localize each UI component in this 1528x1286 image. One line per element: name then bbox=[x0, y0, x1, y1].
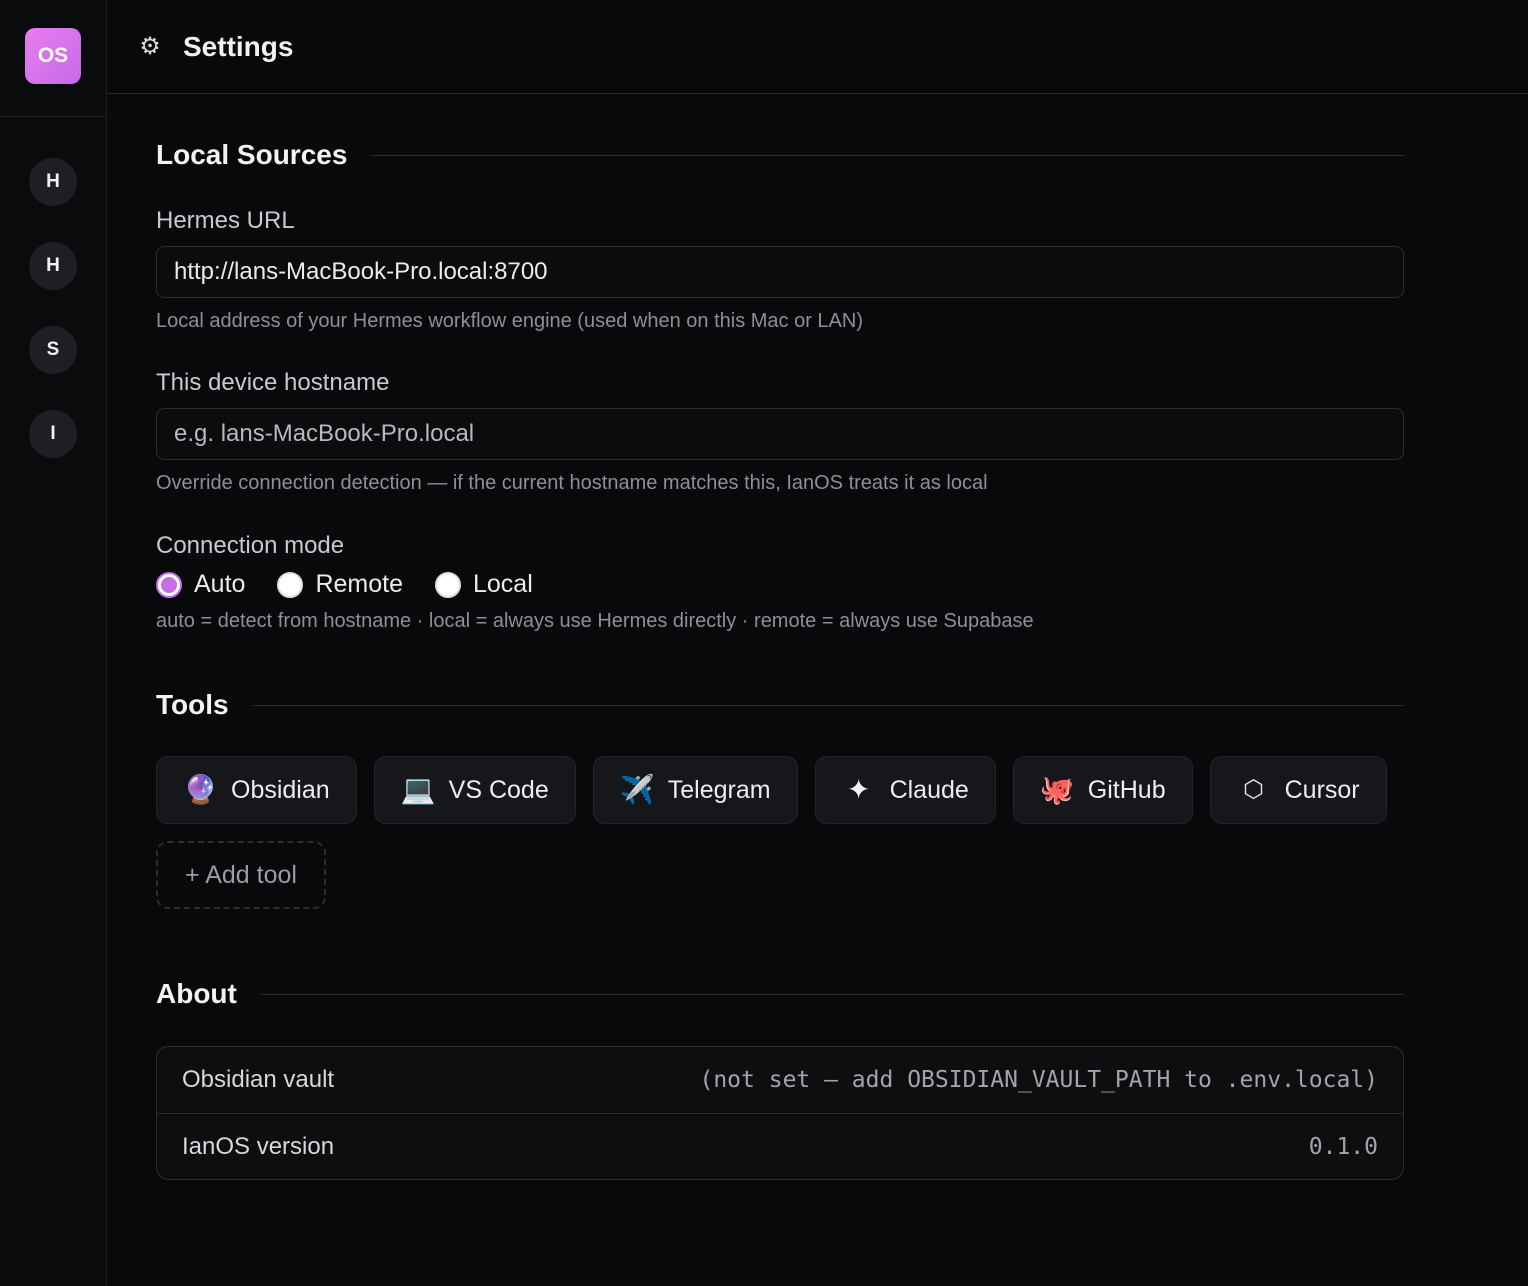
tool-label: Cursor bbox=[1284, 775, 1360, 804]
sparkle-icon: ✦ bbox=[846, 774, 871, 805]
connection-mode-hint: auto = detect from hostname · local = al… bbox=[156, 610, 1034, 632]
tool-vs-code[interactable]: 💻 VS Code bbox=[373, 756, 576, 824]
page-header: ⚙ Settings bbox=[107, 0, 1528, 94]
tool-label: Obsidian bbox=[231, 775, 330, 804]
radio-remote[interactable]: Remote bbox=[277, 570, 403, 599]
hermes-url-label: Hermes URL bbox=[156, 207, 295, 234]
radio-indicator[interactable] bbox=[277, 571, 304, 598]
about-table: Obsidian vault (not set — add OBSIDIAN_V… bbox=[156, 1046, 1404, 1180]
radio-selected-indicator[interactable] bbox=[156, 571, 182, 598]
radio-indicator[interactable] bbox=[434, 571, 461, 598]
tool-cursor[interactable]: ⬡ Cursor bbox=[1209, 756, 1387, 824]
section-about: About bbox=[156, 978, 1404, 1010]
gear-icon: ⚙ bbox=[139, 33, 161, 60]
radio-label: Local bbox=[472, 570, 533, 598]
laptop-icon: 💻 bbox=[400, 774, 436, 805]
add-tool-button[interactable]: + Add tool bbox=[156, 841, 326, 909]
sidebar: OS H H S I bbox=[0, 0, 107, 1286]
about-row-version: IanOS version 0.1.0 bbox=[157, 1113, 1403, 1179]
section-tools: Tools bbox=[156, 689, 1404, 721]
app: OS H H S I ⚙ Settings Local Sources Herm… bbox=[0, 0, 1528, 1286]
about-key: IanOS version bbox=[182, 1132, 335, 1160]
section-heading: About bbox=[156, 978, 237, 1009]
section-divider bbox=[252, 704, 1404, 706]
about-value: 0.1.0 bbox=[1308, 1133, 1378, 1160]
connection-mode-radio-group: Auto Remote Local bbox=[156, 570, 1404, 599]
tool-telegram[interactable]: ✈️ Telegram bbox=[592, 756, 798, 824]
hostname-input[interactable] bbox=[156, 408, 1404, 460]
about-row-obsidian-vault: Obsidian vault (not set — add OBSIDIAN_V… bbox=[157, 1047, 1403, 1113]
radio-label: Remote bbox=[315, 570, 403, 598]
hostname-label: This device hostname bbox=[156, 369, 390, 396]
tool-obsidian[interactable]: 🔮 Obsidian bbox=[156, 756, 357, 824]
sidebar-item-s[interactable]: S bbox=[29, 326, 77, 374]
logo-area: OS bbox=[0, 0, 106, 117]
section-divider bbox=[371, 154, 1404, 156]
tool-label: VS Code bbox=[448, 775, 549, 804]
about-key: Obsidian vault bbox=[182, 1066, 335, 1093]
sidebar-item-h-1[interactable]: H bbox=[29, 158, 77, 206]
tool-claude[interactable]: ✦ Claude bbox=[814, 756, 996, 824]
tool-label: GitHub bbox=[1087, 775, 1166, 804]
tools-list: 🔮 Obsidian 💻 VS Code ✈️ Telegram ✦ Claud… bbox=[156, 756, 1406, 909]
radio-auto[interactable]: Auto bbox=[156, 570, 245, 599]
crystal-ball-icon: 🔮 bbox=[183, 774, 218, 805]
radio-label: Auto bbox=[194, 570, 246, 598]
sidebar-nav: H H S I bbox=[29, 158, 77, 458]
settings-content: Local Sources Hermes URL Local address o… bbox=[107, 139, 1404, 1180]
sidebar-item-h-2[interactable]: H bbox=[29, 242, 77, 290]
app-logo[interactable]: OS bbox=[25, 27, 81, 84]
connection-mode-label: Connection mode bbox=[156, 532, 345, 559]
tool-label: Telegram bbox=[667, 775, 771, 804]
hermes-url-input[interactable] bbox=[156, 246, 1404, 298]
section-heading: Local Sources bbox=[156, 139, 348, 170]
section-divider bbox=[260, 993, 1404, 995]
section-heading: Tools bbox=[156, 689, 229, 720]
tool-github[interactable]: 🐙 GitHub bbox=[1012, 756, 1193, 824]
airplane-icon: ✈️ bbox=[619, 774, 655, 805]
radio-local[interactable]: Local bbox=[434, 570, 533, 599]
about-value: (not set — add OBSIDIAN_VAULT_PATH to .e… bbox=[699, 1067, 1378, 1093]
hermes-url-hint: Local address of your Hermes workflow en… bbox=[156, 310, 863, 332]
hexagon-icon: ⬡ bbox=[1243, 776, 1265, 803]
sidebar-item-i[interactable]: I bbox=[29, 410, 77, 458]
tool-label: Claude bbox=[889, 775, 969, 804]
page-title: Settings bbox=[183, 30, 294, 62]
section-local-sources: Local Sources bbox=[156, 139, 1404, 171]
hostname-hint: Override connection detection — if the c… bbox=[156, 472, 988, 494]
octopus-icon: 🐙 bbox=[1039, 774, 1075, 805]
main-panel: ⚙ Settings Local Sources Hermes URL Loca… bbox=[107, 0, 1528, 1286]
